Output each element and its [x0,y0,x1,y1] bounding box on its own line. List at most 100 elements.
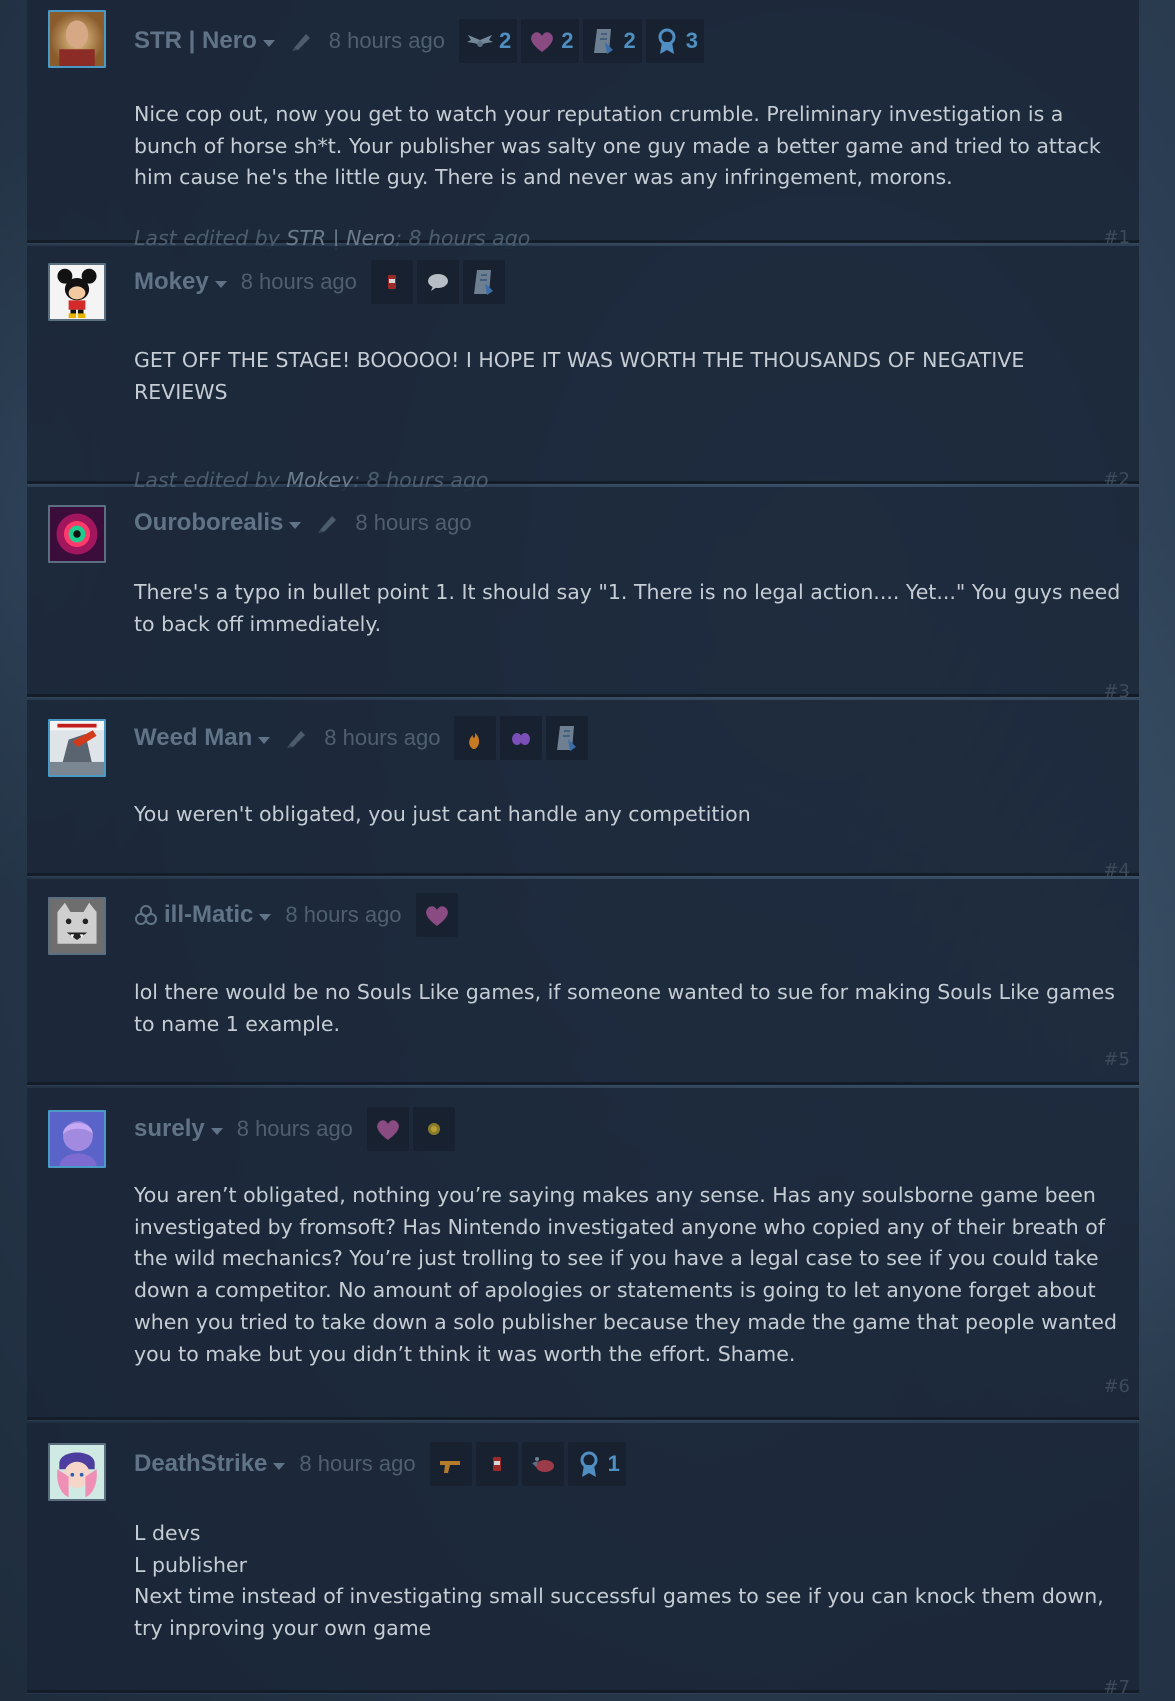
chevron-down-icon[interactable] [214,280,227,288]
timestamp[interactable]: 8 hours ago [324,725,440,751]
comment-header: surely 8 hours ago [134,1107,455,1151]
author-name[interactable]: ill-Matic [164,901,253,929]
chevron-down-icon[interactable] [273,1462,286,1470]
comment-body: There's a typo in bullet point 1. It sho… [134,580,1121,636]
comment: ill-Matic 8 hours ago lol there would be… [27,879,1139,1085]
comment-body: lol there would be no Souls Like games, … [134,980,1115,1036]
paws-award-icon [512,733,531,745]
post-number[interactable]: #1 [1103,227,1130,248]
comment: Mokey 8 hours ago GET OFF THE STAGE! BOO… [27,246,1139,492]
timestamp[interactable]: 8 hours ago [329,28,445,54]
scroll-award-icon [473,270,493,295]
award-count: 2 [498,28,512,53]
award-list: 1 [429,1442,626,1486]
comment-body: GET OFF THE STAGE! BOOOOO! I HOPE IT WAS… [134,348,1025,404]
comment: surely 8 hours ago You aren’t obligated,… [27,1088,1139,1420]
speech-award-icon [427,274,448,291]
timestamp[interactable]: 8 hours ago [355,510,471,536]
award-count: 3 [685,28,698,53]
pencil-icon [291,34,310,51]
award[interactable] [475,1442,518,1486]
award[interactable] [429,1442,472,1486]
avatar[interactable] [48,1110,106,1168]
timestamp[interactable]: 8 hours ago [241,269,357,295]
chevron-down-icon[interactable] [262,39,275,47]
comment-thread: STR | Nero 8 hours ago 2 2 2 3 Nice cop … [27,0,1139,1698]
award[interactable] [454,716,497,760]
award[interactable] [416,260,459,304]
author-name[interactable]: STR | Nero [134,27,257,55]
avatar[interactable] [48,263,106,321]
award[interactable] [370,260,413,304]
post-number[interactable]: #6 [1103,1376,1130,1397]
avatar[interactable] [48,505,106,563]
timestamp[interactable]: 8 hours ago [285,902,401,928]
can-award-icon [492,1457,501,1471]
chevron-down-icon[interactable] [210,1127,223,1135]
chevron-down-icon[interactable] [289,521,302,529]
biohazard-icon [135,905,157,925]
award-list [415,893,458,937]
award-count: 1 [607,1451,620,1476]
flame-award-icon [469,733,480,749]
award-list: 2 2 2 3 [458,19,704,63]
award-list [366,1107,455,1151]
author-name[interactable]: DeathStrike [134,1450,267,1478]
comment-header: Weed Man 8 hours ago [134,716,589,760]
comment: STR | Nero 8 hours ago 2 2 2 3 Nice cop … [27,0,1139,250]
award[interactable] [462,260,505,304]
author-name[interactable]: Ouroborealis [134,509,283,537]
scroll-award-icon [594,29,614,54]
award[interactable] [521,1442,564,1486]
ribbon-award-icon [580,1451,598,1477]
comment-body: L devs L publisher Next time instead of … [134,1521,1104,1641]
comment-header: Ouroborealis 8 hours ago [134,505,486,541]
award[interactable]: 2 [583,19,642,63]
heart-award-icon [425,906,448,926]
heart-award-icon [377,1120,399,1140]
award[interactable] [412,1107,455,1151]
comment: DeathStrike 8 hours ago 1 L devs L publi… [27,1423,1139,1698]
comment-body: You weren't obligated, you just cant han… [134,802,751,826]
award[interactable]: 2 [458,19,518,63]
author-name[interactable]: Mokey [134,268,209,296]
timestamp[interactable]: 8 hours ago [299,1451,415,1477]
avatar[interactable] [48,10,106,68]
award-list [454,716,589,760]
comment-body: You aren’t obligated, nothing you’re say… [134,1183,1118,1366]
comment-body: Nice cop out, now you get to watch your … [134,102,1101,190]
author-name[interactable]: surely [134,1115,205,1143]
author-name[interactable]: Weed Man [134,724,252,752]
award[interactable] [366,1107,409,1151]
comment-header: Mokey 8 hours ago [134,260,505,304]
chevron-down-icon[interactable] [258,736,271,744]
pencil-icon [287,731,306,748]
avatar[interactable] [48,719,106,777]
pistol-award-icon [439,1461,460,1473]
comment: Weed Man 8 hours ago You weren't obligat… [27,700,1139,881]
post-number[interactable]: #4 [1103,860,1130,881]
coin-award-icon [427,1123,440,1135]
award[interactable] [415,893,458,937]
pencil-icon [318,516,337,533]
award[interactable]: 1 [567,1442,626,1486]
ribbon-award-icon [658,28,676,54]
post-number[interactable]: #5 [1103,1049,1130,1070]
comment-header: ill-Matic 8 hours ago [134,893,458,937]
heart-award-icon [531,32,554,52]
comment: Ouroborealis 8 hours ago There's a typo … [27,487,1139,702]
comment-header: DeathStrike 8 hours ago 1 [134,1442,626,1486]
post-number[interactable]: #7 [1103,1677,1130,1698]
timestamp[interactable]: 8 hours ago [237,1116,353,1142]
post-number[interactable]: #3 [1103,681,1130,702]
fireball-award-icon [531,1457,554,1472]
chevron-down-icon[interactable] [259,913,272,921]
award[interactable]: 3 [645,19,704,63]
comment-header: STR | Nero 8 hours ago 2 2 2 3 [134,19,704,63]
award[interactable] [546,716,589,760]
award-count: 2 [561,28,574,53]
avatar[interactable] [48,1443,106,1501]
award[interactable]: 2 [521,19,580,63]
avatar[interactable] [48,897,106,955]
award[interactable] [500,716,543,760]
